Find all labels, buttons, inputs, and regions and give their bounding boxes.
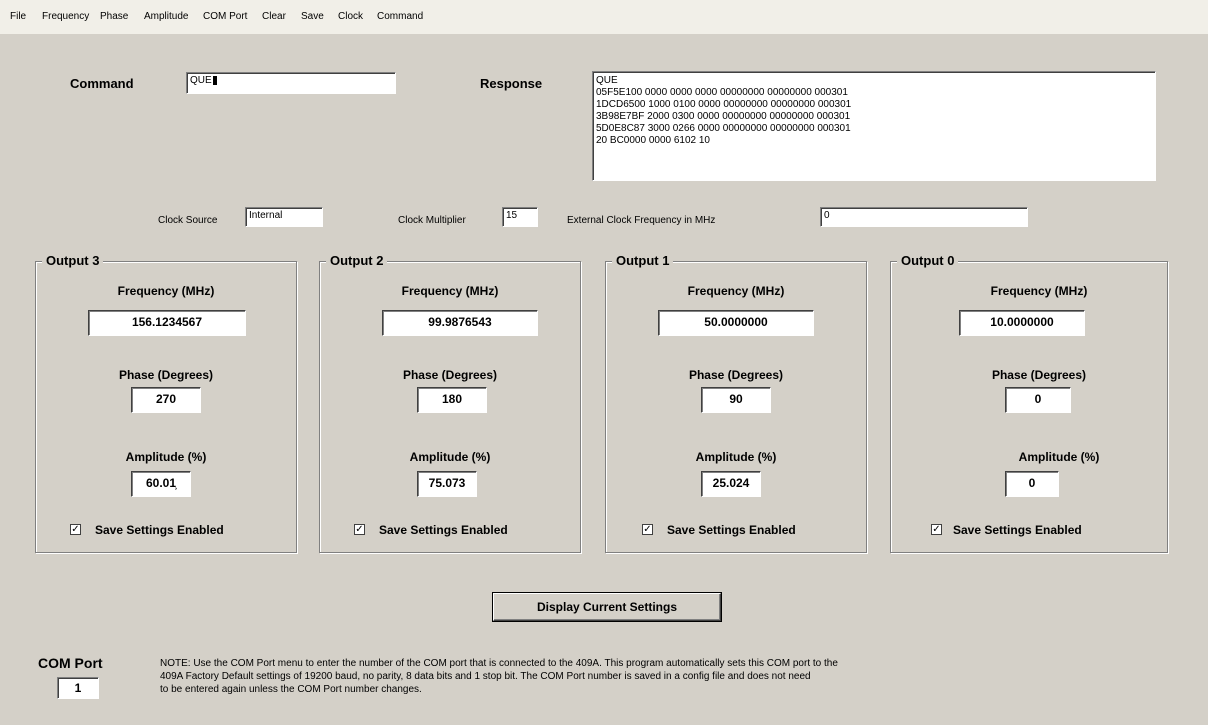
note-text: NOTE: Use the COM Port menu to enter the… — [160, 657, 838, 696]
menu-clear[interactable]: Clear — [262, 11, 286, 22]
frequency-input[interactable]: 99.9876543 — [382, 310, 538, 336]
amplitude-input[interactable]: 60.01̹ — [131, 471, 191, 497]
note-line: NOTE: Use the COM Port menu to enter the… — [160, 658, 838, 669]
response-line: 20 BC0000 0000 6102 10 — [596, 135, 710, 146]
output-0-group: Output 0 Frequency (MHz) 10.0000000 Phas… — [890, 253, 1168, 553]
phase-label: Phase (Degrees) — [688, 368, 784, 382]
frequency-label: Frequency (MHz) — [117, 284, 215, 298]
frequency-label: Frequency (MHz) — [990, 284, 1088, 298]
response-line: 3B98E7BF 2000 0300 0000 00000000 0000000… — [596, 111, 851, 122]
phase-input[interactable]: 270 — [131, 387, 201, 413]
menu-save[interactable]: Save — [301, 11, 324, 22]
clock-source-label: Clock Source — [158, 215, 218, 226]
amplitude-label: Amplitude (%) — [695, 450, 777, 464]
external-clock-input[interactable]: 0 — [820, 207, 1028, 227]
output-2-title: Output 2 — [326, 253, 388, 268]
response-line: 5D0E8C87 3000 0266 0000 00000000 0000000… — [596, 123, 851, 134]
response-label: Response — [480, 76, 543, 91]
menu-com-port[interactable]: COM Port — [203, 11, 247, 22]
output-1-group: Output 1 Frequency (MHz) 50.0000000 Phas… — [605, 253, 867, 553]
output-3-title: Output 3 — [42, 253, 104, 268]
save-settings-label: Save Settings Enabled — [379, 523, 508, 537]
save-settings-label: Save Settings Enabled — [953, 523, 1082, 537]
note-line: 409A Factory Default settings of 19200 b… — [160, 671, 811, 682]
menu-file[interactable]: File — [10, 11, 26, 22]
response-box[interactable]: QUE 05F5E100 0000 0000 0000 00000000 000… — [592, 71, 1156, 181]
menu-amplitude[interactable]: Amplitude — [144, 11, 188, 22]
menu-frequency[interactable]: Frequency — [42, 11, 89, 22]
phase-label: Phase (Degrees) — [991, 368, 1087, 382]
save-settings-checkbox[interactable]: ✓ — [642, 524, 653, 535]
response-line: 1DCD6500 1000 0100 0000 00000000 0000000… — [596, 99, 852, 110]
clock-multiplier-label: Clock Multiplier — [398, 215, 466, 226]
output-0-title: Output 0 — [897, 253, 959, 268]
com-port-input[interactable]: 1 — [57, 677, 99, 699]
menu-clock[interactable]: Clock — [338, 11, 363, 22]
response-line: 05F5E100 0000 0000 0000 00000000 0000000… — [596, 87, 848, 98]
save-settings-checkbox[interactable]: ✓ — [70, 524, 81, 535]
menu-phase[interactable]: Phase — [100, 11, 128, 22]
frequency-input[interactable]: 156.1234567 — [88, 310, 246, 336]
text-cursor-icon — [212, 75, 217, 85]
note-line: to be entered again unless the COM Port … — [160, 684, 422, 695]
frequency-label: Frequency (MHz) — [687, 284, 785, 298]
display-current-settings-button[interactable]: Display Current Settings — [493, 593, 721, 621]
amplitude-input[interactable]: 75.073 — [417, 471, 477, 497]
amplitude-label: Amplitude (%) — [1018, 450, 1100, 464]
menu-command[interactable]: Command — [377, 11, 423, 22]
output-1-title: Output 1 — [612, 253, 674, 268]
com-port-label: COM Port — [38, 655, 103, 671]
command-input[interactable]: QUE — [186, 72, 396, 94]
save-settings-checkbox[interactable]: ✓ — [354, 524, 365, 535]
menu-bar: File Frequency Phase Amplitude COM Port … — [0, 0, 1208, 34]
amplitude-input[interactable]: 0 — [1005, 471, 1059, 497]
save-settings-label: Save Settings Enabled — [95, 523, 224, 537]
external-clock-label: External Clock Frequency in MHz — [567, 215, 716, 226]
frequency-label: Frequency (MHz) — [401, 284, 499, 298]
phase-label: Phase (Degrees) — [402, 368, 498, 382]
save-settings-checkbox[interactable]: ✓ — [931, 524, 942, 535]
output-3-group: Output 3 Frequency (MHz) 156.1234567 Pha… — [35, 253, 297, 553]
command-label: Command — [70, 76, 134, 91]
save-settings-label: Save Settings Enabled — [667, 523, 796, 537]
amplitude-label: Amplitude (%) — [409, 450, 491, 464]
phase-input[interactable]: 0 — [1005, 387, 1071, 413]
response-line: QUE — [596, 75, 618, 86]
phase-input[interactable]: 180 — [417, 387, 487, 413]
phase-input[interactable]: 90 — [701, 387, 771, 413]
clock-multiplier-input[interactable]: 15 — [502, 207, 538, 227]
output-2-group: Output 2 Frequency (MHz) 99.9876543 Phas… — [319, 253, 581, 553]
frequency-input[interactable]: 10.0000000 — [959, 310, 1085, 336]
frequency-input[interactable]: 50.0000000 — [658, 310, 814, 336]
clock-source-input[interactable]: Internal — [245, 207, 323, 227]
command-input-value: QUE — [190, 75, 212, 86]
phase-label: Phase (Degrees) — [118, 368, 214, 382]
amplitude-input[interactable]: 25.024 — [701, 471, 761, 497]
amplitude-label: Amplitude (%) — [125, 450, 207, 464]
